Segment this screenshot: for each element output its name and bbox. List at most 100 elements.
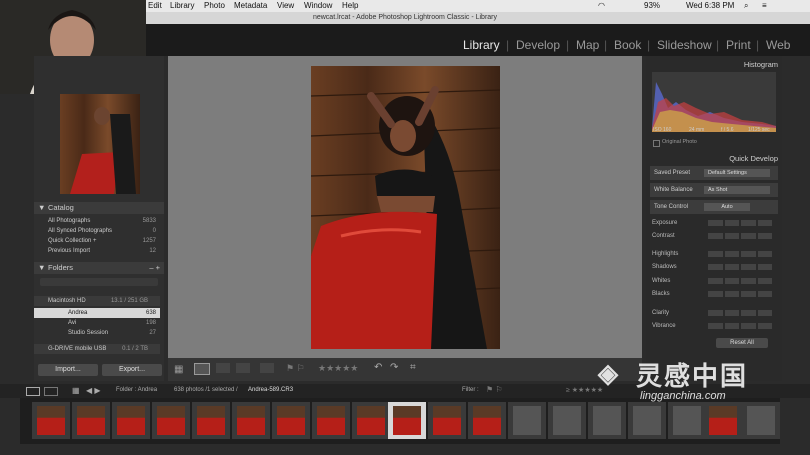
volume-row[interactable]: Macintosh HD 13.1 / 251 GB [34, 296, 160, 306]
filmstrip-thumbnail[interactable] [352, 402, 390, 439]
module-map[interactable]: Map [576, 38, 599, 52]
catalog-item[interactable]: All Photographs 5833 [34, 216, 160, 226]
module-slideshow[interactable]: Slideshow [657, 38, 712, 52]
tone-control-label: Tone Control [654, 204, 689, 210]
people-view-icon[interactable] [260, 363, 274, 373]
menu-photo[interactable]: Photo [204, 1, 225, 10]
tone-row-label: Blacks [652, 291, 670, 297]
search-icon[interactable]: ⌕ [744, 1, 748, 11]
filmstrip-thumbnail[interactable] [112, 402, 150, 439]
main-photo[interactable] [311, 66, 500, 349]
import-button[interactable]: Import... [38, 364, 98, 376]
histo-shutter: 1/125 sec [748, 127, 770, 133]
white-balance-row[interactable]: White Balance As Shot [650, 183, 778, 197]
folder-row-selected[interactable]: Andrea 638 [34, 308, 160, 318]
catalog-item-label: Quick Collection + [48, 238, 97, 244]
menu-list-icon[interactable]: ≡ [762, 1, 767, 10]
tone-row-exposure: Exposure [652, 220, 776, 226]
menu-window[interactable]: Window [304, 1, 332, 10]
filmstrip-count: 638 photos /1 selected / [174, 387, 238, 393]
filmstrip-thumbnail[interactable] [152, 402, 190, 439]
menu-help[interactable]: Help [342, 1, 358, 10]
saved-preset-label: Saved Preset [654, 170, 691, 176]
filmstrip-thumbnail[interactable] [468, 402, 506, 439]
folder-filter-input[interactable] [40, 278, 158, 286]
loupe-view-icon[interactable] [194, 363, 210, 375]
catalog-item[interactable]: All Synced Photographs 0 [34, 226, 160, 236]
filmstrip-thumbnail-selected[interactable] [388, 402, 426, 439]
adjust-stepper[interactable] [708, 323, 772, 329]
adjust-stepper[interactable] [708, 291, 772, 297]
module-book[interactable]: Book [614, 38, 641, 52]
watermark-text: 灵感中国 [636, 361, 749, 391]
crop-icon[interactable]: ⌗ [410, 362, 416, 373]
filmstrip-thumbnail[interactable] [192, 402, 230, 439]
catalog-item[interactable]: Quick Collection + 1257 [34, 236, 160, 246]
module-develop[interactable]: Develop [516, 38, 560, 52]
grid-icon[interactable]: ▦ [72, 386, 80, 395]
adjust-stepper[interactable] [708, 264, 772, 270]
nav-arrows-icon[interactable]: ◀ ▶ [86, 386, 101, 395]
navigator-preview[interactable] [60, 94, 140, 194]
menu-edit[interactable]: Edit [148, 1, 162, 10]
add-folder-icon[interactable]: – + [149, 262, 160, 274]
filmstrip-filename[interactable]: Andrea-589.CR3 [248, 387, 293, 393]
menu-metadata[interactable]: Metadata [234, 1, 267, 10]
filmstrip-thumbnail[interactable] [272, 402, 310, 439]
primary-window-icon[interactable] [26, 387, 40, 396]
survey-view-icon[interactable] [236, 363, 250, 373]
filmstrip-thumbnail[interactable] [232, 402, 270, 439]
wifi-icon[interactable]: ◠ [598, 1, 605, 10]
rotate-right-icon[interactable]: ↷ [390, 362, 398, 373]
adjust-stepper[interactable] [708, 220, 772, 226]
collapse-triangle-icon: ▼ [38, 203, 46, 212]
filmstrip-thumbnail[interactable] [548, 402, 586, 439]
catalog-item-count: 1257 [142, 238, 156, 244]
rotate-left-icon[interactable]: ↶ [374, 362, 382, 373]
module-web[interactable]: Web [766, 38, 790, 52]
adjust-stepper[interactable] [708, 310, 772, 316]
filmstrip-source[interactable]: Folder : Andrea [116, 387, 157, 393]
white-balance-select[interactable]: As Shot [704, 186, 770, 194]
quick-develop-title[interactable]: Quick Develop [729, 154, 778, 163]
histo-aperture: f / 5.6 [721, 127, 734, 133]
filmstrip-thumbnail[interactable] [72, 402, 110, 439]
filmstrip-thumbnail[interactable] [508, 402, 546, 439]
histo-focal: 24 mm [689, 127, 705, 133]
battery-percent[interactable]: 93% [644, 1, 660, 10]
clock[interactable]: Wed 6:38 PM [686, 1, 734, 10]
star-rating-icon[interactable]: ★★★★★ [318, 363, 358, 374]
filmstrip-thumbnail[interactable] [312, 402, 350, 439]
tone-control-row[interactable]: Tone Control Auto [650, 200, 778, 214]
catalog-item-count: 0 [152, 228, 156, 234]
folders-header[interactable]: ▼ Folders – + [34, 262, 164, 274]
auto-tone-button[interactable]: Auto [704, 203, 750, 211]
secondary-window-icon[interactable] [44, 387, 58, 396]
compare-view-icon[interactable] [216, 363, 230, 373]
adjust-stepper[interactable] [708, 233, 772, 239]
grid-view-icon[interactable]: ▦ [174, 364, 183, 375]
saved-preset-select[interactable]: Default Settings [704, 169, 770, 177]
catalog-header[interactable]: ▼ Catalog [34, 202, 164, 214]
white-balance-label: White Balance [654, 187, 693, 193]
filmstrip-thumbnail[interactable] [428, 402, 466, 439]
folder-row[interactable]: Avi 198 [34, 318, 160, 328]
adjust-stepper[interactable] [708, 251, 772, 257]
module-print[interactable]: Print [726, 38, 751, 52]
filter-flag-icon[interactable]: ⚑ ⚐ [486, 385, 503, 394]
flag-icon[interactable]: ⚑ ⚐ [286, 363, 305, 374]
catalog-item[interactable]: Previous Import 12 [34, 246, 160, 256]
export-button[interactable]: Export... [102, 364, 162, 376]
filmstrip-thumbnail[interactable] [32, 402, 70, 439]
menu-library[interactable]: Library [170, 1, 194, 10]
saved-preset-row[interactable]: Saved Preset Default Settings [650, 166, 778, 180]
folder-row[interactable]: Studio Session 27 [34, 328, 160, 338]
original-photo-checkbox[interactable] [653, 140, 660, 147]
reset-all-button[interactable]: Reset All [716, 338, 768, 348]
menu-view[interactable]: View [277, 1, 294, 10]
histogram-title[interactable]: Histogram [744, 60, 778, 69]
volume-row[interactable]: G-DRIVE mobile USB 0.1 / 2 TB [34, 344, 160, 354]
module-library[interactable]: Library [463, 38, 500, 52]
catalog-title: Catalog [48, 203, 74, 212]
adjust-stepper[interactable] [708, 278, 772, 284]
